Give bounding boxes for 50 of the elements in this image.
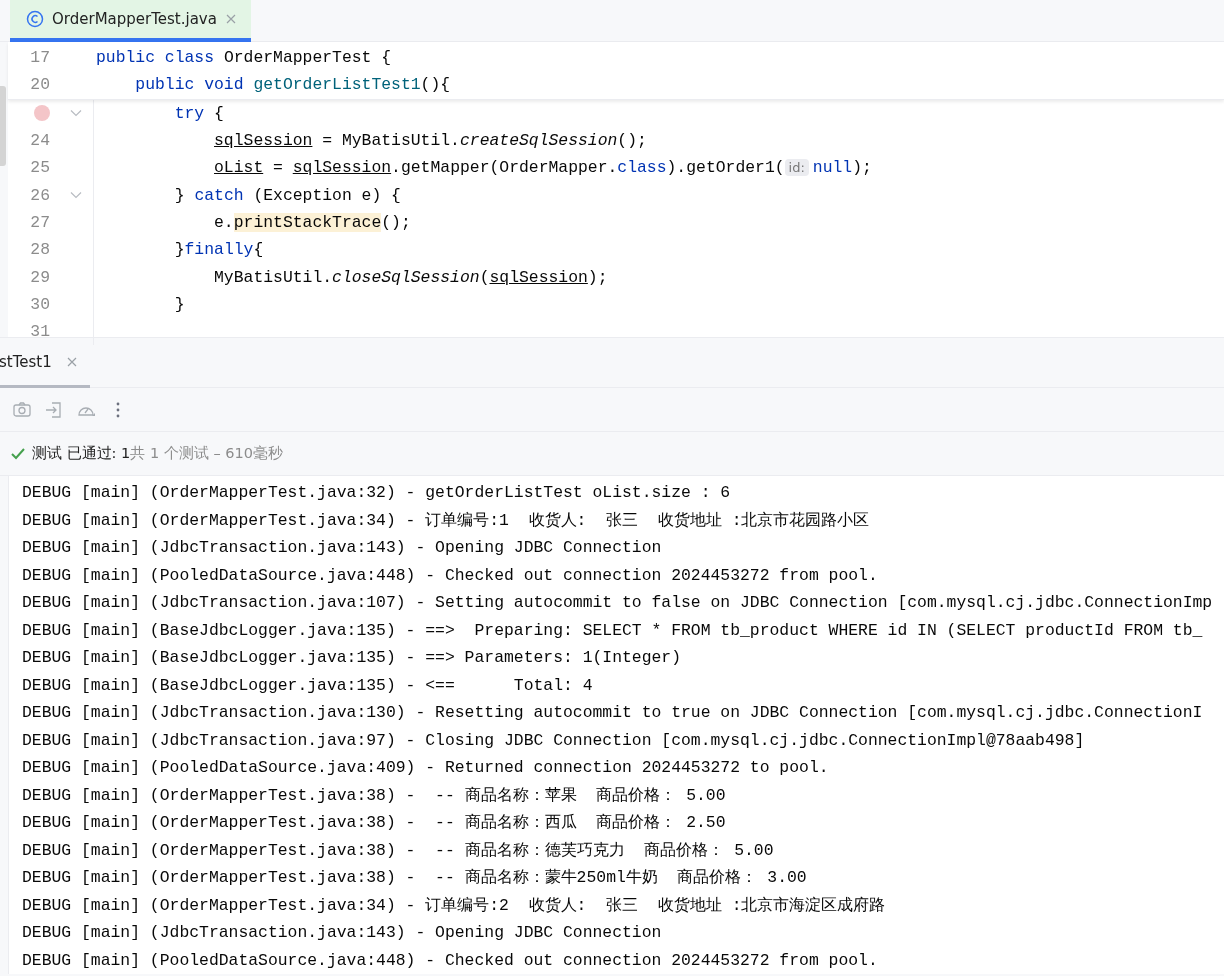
line-number: 30 <box>29 294 51 314</box>
test-summary: 共 1 个测试 – 610毫秒 <box>130 444 283 463</box>
log-line: DEBUG [main] (OrderMapperTest.java:38) - -- 商品名称：苹果 商品价格： 5.00 <box>22 784 727 807</box>
log-line: DEBUG [main] (PooledDataSource.java:448) - Checked out connection 2024453272 from pool. <box>22 564 879 587</box>
camera-icon[interactable] <box>12 399 32 420</box>
log-line: DEBUG [main] (PooledDataSource.java:448) - Checked out connection 2024453272 from pool. <box>22 949 879 972</box>
test-status: 测试 已通过: 1 <box>32 444 131 463</box>
tab-label: stTest1 <box>0 352 52 371</box>
log-line: DEBUG [main] (BaseJdbcLogger.java:135) - ==> Parameters: 1(Integer) <box>22 647 682 669</box>
log-line: DEBUG [main] (PooledDataSource.java:409) - Returned connection 2024453272 to pool. <box>22 757 830 779</box>
line-number: 26 <box>29 185 51 205</box>
line-number: 24 <box>29 131 51 151</box>
code-line: MyBatisUtil.closeSqlSession(sqlSession); <box>214 267 608 287</box>
log-line: DEBUG [main] (OrderMapperTest.java:38) - -- 商品名称：蒙牛250ml牛奶 商品价格： 3.00 <box>22 867 808 889</box>
code-line: oList = sqlSession.getMapper(OrderMapper.class).getOrder1( id: null); <box>214 158 872 178</box>
line-number: 17 <box>29 48 51 68</box>
line-number: 29 <box>29 267 51 287</box>
log-line: DEBUG [main] (OrderMapperTest.java:32) - getOrderListTest oList.size : 6 <box>22 482 732 504</box>
breakpoint-icon[interactable] <box>34 105 50 122</box>
log-line: DEBUG [main] (OrderMapperTest.java:34) - 订单编号:2 收货人: 张三 收货地址 :北京市海淀区成府路 <box>22 894 887 917</box>
code-line: } <box>174 294 185 314</box>
line-number: 28 <box>29 240 51 260</box>
file-tab[interactable]: OrderMapperTest.java <box>10 0 251 42</box>
class-icon <box>26 10 44 28</box>
tab-label: OrderMapperTest.java <box>52 10 217 28</box>
close-icon[interactable] <box>65 355 78 368</box>
log-line: DEBUG [main] (OrderMapperTest.java:34) - 订单编号:1 收货人: 张三 收货地址 :北京市花园路小区 <box>22 509 871 532</box>
fold-chevron-icon[interactable] <box>69 109 82 118</box>
line-number: 25 <box>29 158 51 178</box>
close-icon[interactable] <box>224 13 237 25</box>
log-line: DEBUG [main] (OrderMapperTest.java:38) - -- 商品名称：德芙巧克力 商品价格： 5.00 <box>22 839 775 862</box>
code-line: try { <box>174 103 224 123</box>
log-line: DEBUG [main] (BaseJdbcLogger.java:135) - <== Total: 4 <box>22 674 594 697</box>
run-tab[interactable]: stTest1 <box>0 338 90 388</box>
code-line: sqlSession = MyBatisUtil.createSqlSession(); <box>214 131 647 151</box>
log-line: DEBUG [main] (JdbcTransaction.java:130) - Resetting autocommit to true on JDBC Connection [com.mysql.cj.jdbc.ConnectionI <box>22 702 1204 724</box>
code-line: public void getOrderListTest1(){ <box>134 75 451 95</box>
code-line: }finally{ <box>174 240 264 260</box>
fold-chevron-icon[interactable] <box>69 191 82 200</box>
code-line: } catch (Exception e) { <box>174 185 401 205</box>
code-line: public class OrderMapperTest { <box>96 48 392 68</box>
log-line: DEBUG [main] (BaseJdbcLogger.java:135) - ==> Preparing: SELECT * FROM tb_product WHERE id IN (SELECT productId FROM tb_ <box>22 619 1204 642</box>
log-line: DEBUG [main] (JdbcTransaction.java:97) - Closing JDBC Connection [com.mysql.cj.jdbc.ConnectionImpl@78aab498] <box>22 729 1086 752</box>
import-icon[interactable] <box>44 399 64 420</box>
log-line: DEBUG [main] (JdbcTransaction.java:107) - Setting autocommit to false on JDBC Connection [com.mysql.cj.jdbc.ConnectionImp <box>22 592 1214 614</box>
log-line: DEBUG [main] (OrderMapperTest.java:38) - -- 商品名称：西瓜 商品价格： 2.50 <box>22 812 727 834</box>
line-number: 20 <box>29 75 51 95</box>
log-line: DEBUG [main] (JdbcTransaction.java:143) - Opening JDBC Connection <box>22 537 663 559</box>
line-number: 27 <box>29 212 51 232</box>
log-line: DEBUG [main] (JdbcTransaction.java:143) - Opening JDBC Connection <box>22 922 663 944</box>
